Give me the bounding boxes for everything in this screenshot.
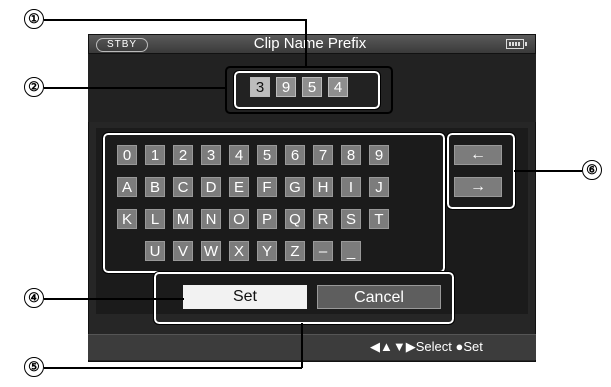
key-Z[interactable]: Z [285, 241, 305, 261]
key-R[interactable]: R [313, 209, 333, 229]
key-B[interactable]: B [145, 177, 165, 197]
key-D[interactable]: D [201, 177, 221, 197]
callout-1-leader-vertical [305, 19, 307, 67]
key-H[interactable]: H [313, 177, 333, 197]
key-W[interactable]: W [201, 241, 221, 261]
set-button[interactable]: Set [183, 285, 307, 309]
key-M[interactable]: M [173, 209, 193, 229]
key-3[interactable]: 3 [201, 145, 221, 165]
key-L[interactable]: L [145, 209, 165, 229]
key-C[interactable]: C [173, 177, 193, 197]
prefix-char-3[interactable]: 5 [302, 77, 322, 97]
key-J[interactable]: J [369, 177, 389, 197]
key-dash[interactable]: – [313, 241, 333, 261]
screen-title: Clip Name Prefix [253, 35, 367, 52]
key-T[interactable]: T [369, 209, 389, 229]
prefix-char-1[interactable]: 3 [250, 77, 270, 97]
key-A[interactable]: A [117, 177, 137, 197]
callout-4-leader [44, 298, 184, 300]
key-N[interactable]: N [201, 209, 221, 229]
key-4[interactable]: 4 [229, 145, 249, 165]
key-G[interactable]: G [285, 177, 305, 197]
key-U[interactable]: U [145, 241, 165, 261]
callout-2-leader [44, 87, 226, 89]
cancel-button[interactable]: Cancel [317, 285, 441, 309]
callout-1-leader [44, 19, 306, 21]
key-F[interactable]: F [257, 177, 277, 197]
callout-6: ⑥ [582, 160, 602, 180]
key-1[interactable]: 1 [145, 145, 165, 165]
status-badge: STBY [96, 38, 148, 52]
key-K[interactable]: K [117, 209, 137, 229]
cursor-right-button[interactable]: → [454, 177, 502, 197]
callout-5-leader [44, 367, 302, 369]
callout-5: ⑤ [24, 357, 44, 377]
prefix-char-4[interactable]: 4 [328, 77, 348, 97]
callout-1: ① [24, 9, 44, 29]
key-I[interactable]: I [341, 177, 361, 197]
key-E[interactable]: E [229, 177, 249, 197]
key-7[interactable]: 7 [313, 145, 333, 165]
key-9[interactable]: 9 [369, 145, 389, 165]
battery-icon [506, 39, 527, 49]
key-Y[interactable]: Y [257, 241, 277, 261]
key-5[interactable]: 5 [257, 145, 277, 165]
callout-2: ② [24, 77, 44, 97]
key-8[interactable]: 8 [341, 145, 361, 165]
key-6[interactable]: 6 [285, 145, 305, 165]
callout-5-leader-vertical [301, 323, 303, 368]
key-X[interactable]: X [229, 241, 249, 261]
key-2[interactable]: 2 [173, 145, 193, 165]
key-O[interactable]: O [229, 209, 249, 229]
footer-hint: ◀▲▼▶Select ●Set [370, 339, 483, 354]
key-Q[interactable]: Q [285, 209, 305, 229]
cursor-left-button[interactable]: ← [454, 145, 502, 165]
callout-4: ④ [24, 288, 44, 308]
key-P[interactable]: P [257, 209, 277, 229]
key-V[interactable]: V [173, 241, 193, 261]
callout-6-leader [514, 170, 582, 172]
key-0[interactable]: 0 [117, 145, 137, 165]
key-underscore[interactable]: _ [341, 241, 361, 261]
key-S[interactable]: S [341, 209, 361, 229]
prefix-char-2[interactable]: 9 [276, 77, 296, 97]
